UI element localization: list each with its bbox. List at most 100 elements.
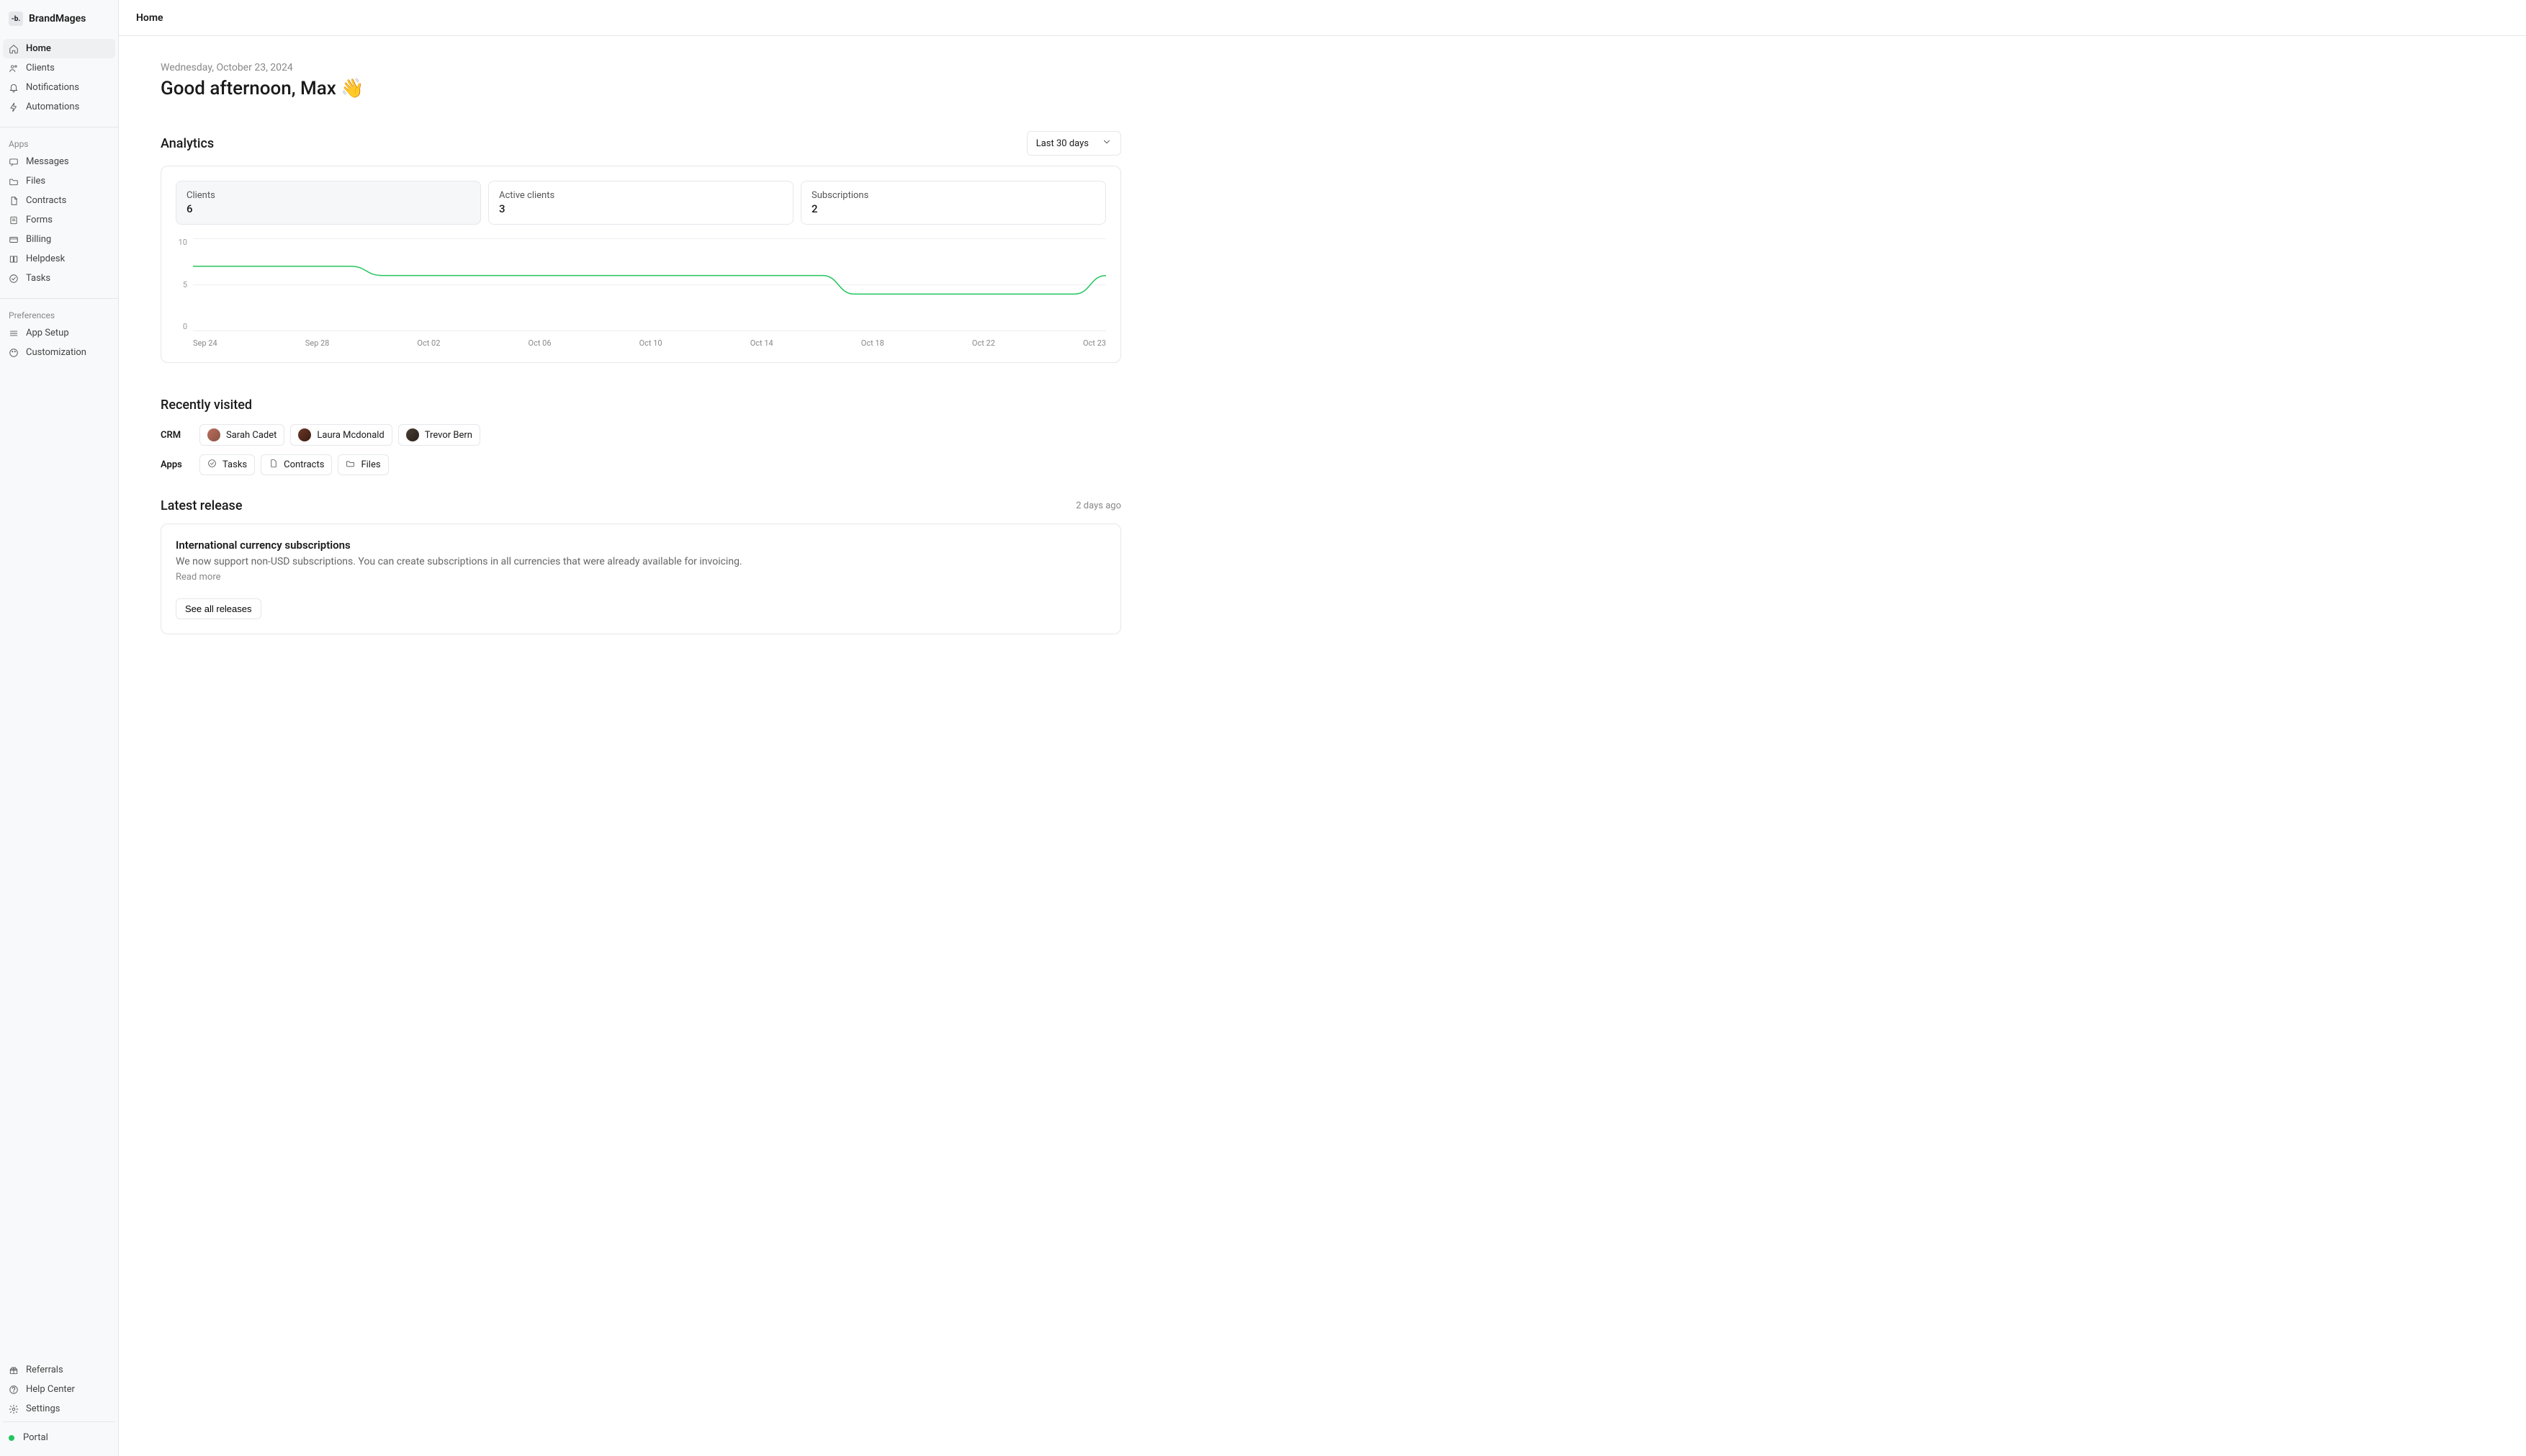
avatar xyxy=(406,428,419,441)
latest-release-title: Latest release xyxy=(161,498,242,513)
sidebar: -b. BrandMages Home Clients Notification… xyxy=(0,0,119,1456)
chip-label: Trevor Bern xyxy=(425,430,472,441)
sidebar-item-contracts[interactable]: Contracts xyxy=(3,191,115,210)
sidebar-item-helpdesk[interactable]: Helpdesk xyxy=(3,249,115,269)
recently-apps-label: Apps xyxy=(161,459,189,470)
palette-icon xyxy=(9,348,19,358)
sidebar-item-home[interactable]: Home xyxy=(3,39,115,58)
sidebar-group-apps: Apps xyxy=(3,133,115,152)
folder-icon xyxy=(346,459,355,471)
sidebar-item-forms[interactable]: Forms xyxy=(3,210,115,230)
metric-active-clients[interactable]: Active clients 3 xyxy=(488,181,794,225)
sidebar-item-label: Customization xyxy=(26,347,86,358)
sidebar-item-customization[interactable]: Customization xyxy=(3,343,115,362)
recent-app-chip[interactable]: Contracts xyxy=(261,454,332,475)
recent-app-chip[interactable]: Files xyxy=(338,454,388,475)
bell-icon xyxy=(9,83,19,93)
sidebar-item-label: Forms xyxy=(26,215,53,225)
chip-label: Tasks xyxy=(223,459,247,470)
current-date: Wednesday, October 23, 2024 xyxy=(161,62,1121,73)
sidebar-item-label: Messages xyxy=(26,156,69,167)
check-circle-icon xyxy=(207,459,217,471)
sidebar-item-referrals[interactable]: Referrals xyxy=(3,1360,115,1380)
avatar xyxy=(298,428,311,441)
sidebar-item-label: Billing xyxy=(26,234,51,245)
line-chart: 1050 Sep 24Sep 28Oct 02Oct 06Oct 10Oct 1… xyxy=(176,238,1106,348)
analytics-title: Analytics xyxy=(161,136,214,151)
metric-subscriptions[interactable]: Subscriptions 2 xyxy=(801,181,1106,225)
sidebar-item-label: Files xyxy=(26,176,45,187)
sidebar-item-label: Tasks xyxy=(26,273,50,284)
release-card: International currency subscriptions We … xyxy=(161,523,1121,634)
document-icon xyxy=(9,196,19,206)
book-icon xyxy=(9,254,19,264)
users-icon xyxy=(9,63,19,73)
date-range-label: Last 30 days xyxy=(1036,138,1089,149)
greeting: Good afternoon, Max 👋 xyxy=(161,78,1121,99)
sidebar-item-settings[interactable]: Settings xyxy=(3,1399,115,1419)
chip-label: Sarah Cadet xyxy=(226,430,277,441)
gift-icon xyxy=(9,1365,19,1375)
release-title: International currency subscriptions xyxy=(176,539,1106,552)
sidebar-item-label: Settings xyxy=(26,1403,60,1414)
date-range-select[interactable]: Last 30 days xyxy=(1027,131,1121,156)
recently-crm-label: CRM xyxy=(161,430,189,441)
sidebar-item-label: Home xyxy=(26,43,51,54)
metric-label: Subscriptions xyxy=(812,190,1095,201)
brand-name: BrandMages xyxy=(29,13,86,24)
chevron-down-icon xyxy=(1102,137,1112,150)
release-timestamp: 2 days ago xyxy=(1076,500,1121,511)
gear-icon xyxy=(9,1404,19,1414)
document-icon xyxy=(269,459,278,471)
help-icon xyxy=(9,1385,19,1395)
sidebar-item-label: Help Center xyxy=(26,1384,75,1395)
sidebar-item-automations[interactable]: Automations xyxy=(3,97,115,117)
release-description: We now support non-USD subscriptions. Yo… xyxy=(176,556,1106,567)
sidebar-item-help-center[interactable]: Help Center xyxy=(3,1380,115,1399)
sidebar-item-notifications[interactable]: Notifications xyxy=(3,78,115,97)
sidebar-item-clients[interactable]: Clients xyxy=(3,58,115,78)
sidebar-item-portal[interactable]: Portal xyxy=(3,1428,115,1447)
check-circle-icon xyxy=(9,274,19,284)
recent-client-chip[interactable]: Trevor Bern xyxy=(398,424,480,446)
sidebar-item-label: Notifications xyxy=(26,82,79,93)
see-all-releases-button[interactable]: See all releases xyxy=(176,598,261,619)
sidebar-item-tasks[interactable]: Tasks xyxy=(3,269,115,288)
sidebar-item-label: Referrals xyxy=(26,1365,63,1375)
sidebar-item-billing[interactable]: Billing xyxy=(3,230,115,249)
card-icon xyxy=(9,235,19,245)
status-dot-icon xyxy=(9,1435,14,1441)
topbar: Home xyxy=(119,0,2526,36)
folder-icon xyxy=(9,176,19,187)
brand[interactable]: -b. BrandMages xyxy=(0,12,118,39)
message-icon xyxy=(9,157,19,167)
bolt-icon xyxy=(9,102,19,112)
chip-label: Laura Mcdonald xyxy=(317,430,384,441)
metric-value: 6 xyxy=(186,202,470,215)
brand-logo: -b. xyxy=(9,12,23,26)
sidebar-group-preferences: Preferences xyxy=(3,305,115,323)
sidebar-item-files[interactable]: Files xyxy=(3,171,115,191)
recent-client-chip[interactable]: Sarah Cadet xyxy=(199,424,284,446)
recent-app-chip[interactable]: Tasks xyxy=(199,454,255,475)
sidebar-item-label: App Setup xyxy=(26,328,69,338)
sidebar-item-label: Clients xyxy=(26,63,55,73)
recent-client-chip[interactable]: Laura Mcdonald xyxy=(290,424,392,446)
avatar xyxy=(207,428,220,441)
analytics-card: Clients 6 Active clients 3 Subscriptions… xyxy=(161,166,1121,363)
sidebar-item-label: Contracts xyxy=(26,195,66,206)
chip-label: Contracts xyxy=(284,459,324,470)
metric-label: Active clients xyxy=(499,190,783,201)
recently-visited-title: Recently visited xyxy=(161,397,1121,413)
breadcrumb: Home xyxy=(136,12,163,24)
metric-clients[interactable]: Clients 6 xyxy=(176,181,481,225)
metric-value: 3 xyxy=(499,202,783,215)
form-icon xyxy=(9,215,19,225)
read-more-link[interactable]: Read more xyxy=(176,572,1106,583)
sidebar-item-label: Helpdesk xyxy=(26,253,65,264)
sidebar-item-app-setup[interactable]: App Setup xyxy=(3,323,115,343)
metric-value: 2 xyxy=(812,202,1095,215)
sidebar-item-messages[interactable]: Messages xyxy=(3,152,115,171)
home-icon xyxy=(9,44,19,54)
sliders-icon xyxy=(9,328,19,338)
